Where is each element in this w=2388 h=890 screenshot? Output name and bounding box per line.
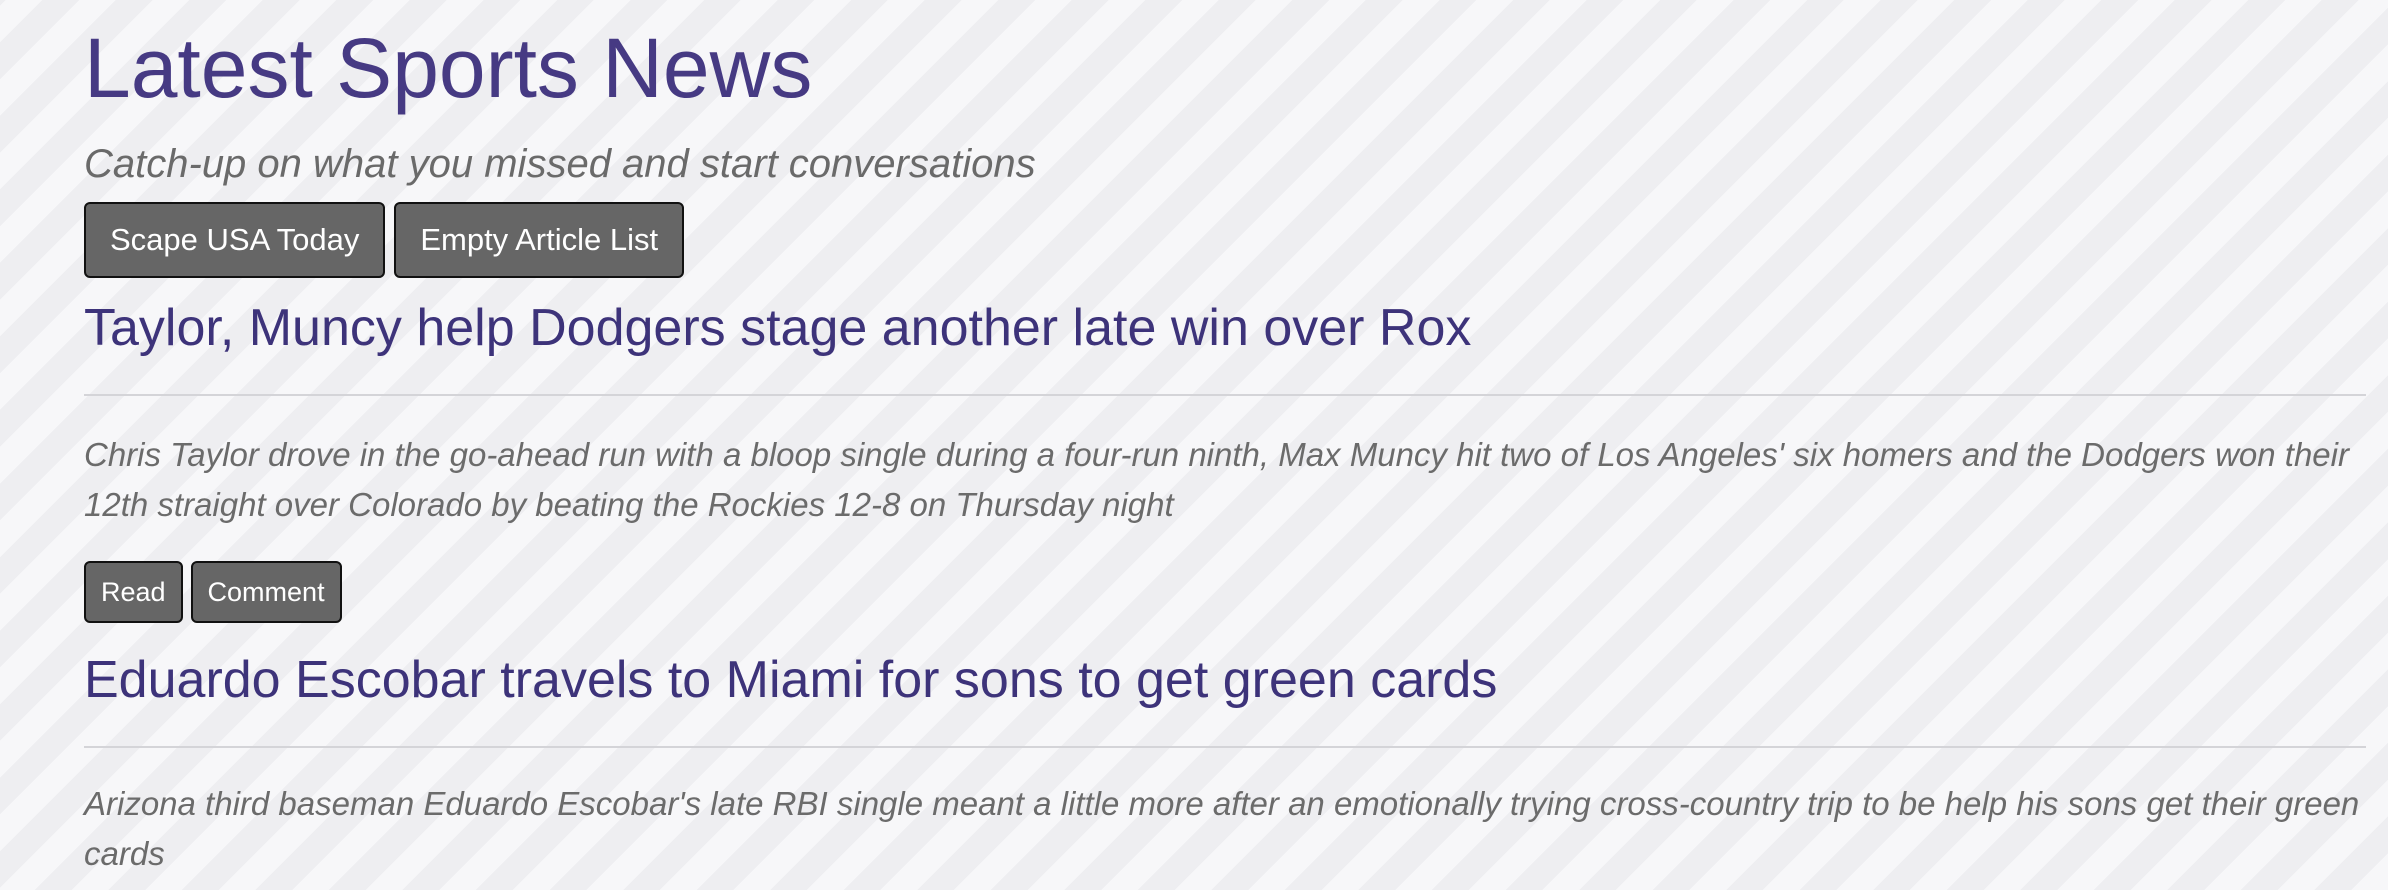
article-summary: Chris Taylor drove in the go-ahead run w… (84, 436, 2349, 523)
read-button[interactable]: Read (84, 561, 183, 623)
article-divider (84, 746, 2366, 748)
page-content: Latest Sports News Catch-up on what you … (84, 0, 2366, 872)
scrape-usa-today-button[interactable]: Scape USA Today (84, 202, 386, 278)
comment-button[interactable]: Comment (190, 561, 342, 623)
toolbar: Scape USA Today Empty Article List (84, 202, 2366, 278)
page-subtitle: Catch-up on what you missed and start co… (84, 142, 1036, 186)
empty-article-list-button[interactable]: Empty Article List (394, 202, 685, 278)
article-summary: Arizona third baseman Eduardo Escobar's … (84, 785, 2360, 872)
article-actions: Read Comment (84, 561, 342, 623)
article-title: Taylor, Muncy help Dodgers stage another… (84, 299, 1472, 357)
page-title: Latest Sports News (84, 21, 813, 115)
article-card: Taylor, Muncy help Dodgers stage another… (84, 296, 2366, 623)
article-title: Eduardo Escobar travels to Miami for son… (84, 651, 1498, 709)
article-card: Eduardo Escobar travels to Miami for son… (84, 648, 2366, 872)
article-divider (84, 394, 2366, 396)
